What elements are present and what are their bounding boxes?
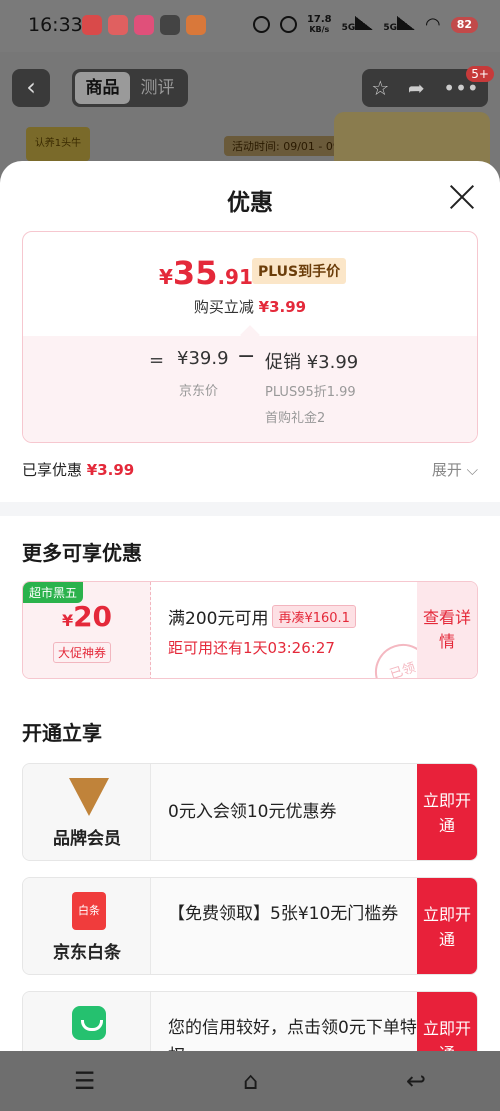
tab-review[interactable]: 测评 — [130, 72, 185, 104]
final-price: ¥35.91 — [159, 254, 253, 292]
shopping-bag-icon — [69, 1006, 109, 1046]
home-icon[interactable]: ⌂ — [243, 1067, 258, 1095]
price-breakdown-card: ¥35.91 PLUS到手价 购买立减 ¥3.99 = ¥39.9 京东价 − … — [22, 231, 478, 443]
app-notification-icon — [108, 15, 128, 35]
mute-bell-icon — [279, 16, 297, 33]
coupon-countdown: 距可用还有1天03:26:27 — [168, 639, 335, 657]
back-button[interactable]: ‹ — [12, 69, 50, 107]
expand-button[interactable]: 展开 ⌵ — [432, 459, 478, 480]
open-now-button[interactable]: 立即开通 — [417, 878, 477, 974]
close-icon[interactable] — [448, 183, 476, 211]
signal-bars-icon — [355, 16, 374, 30]
coupon-amount: ¥20 — [61, 600, 113, 633]
brand-member-card[interactable]: 品牌会员 0元入会领10元优惠券 立即开通 — [22, 763, 478, 861]
app-notification-icon — [160, 15, 180, 35]
coupon-name: 大促神券 — [53, 642, 112, 663]
wifi-icon: ◠ — [424, 14, 441, 35]
battery-indicator: 82 — [450, 16, 478, 33]
promo-amount: 促销 ¥3.99 — [265, 352, 359, 373]
favorite-star-icon[interactable]: ☆ — [371, 76, 389, 100]
signal-2: 5G — [383, 16, 415, 33]
price-formula: = ¥39.9 京东价 − 促销 ¥3.99 PLUS95折1.99 首购礼金2 — [23, 336, 477, 442]
system-status: 17.8 KB/s 5G 5G ◠ 82 — [252, 13, 478, 35]
status-bar: 16:33 17.8 KB/s 5G 5G ◠ 82 — [0, 0, 500, 52]
equals-sign: = — [149, 350, 165, 371]
alarm-icon — [252, 16, 270, 33]
plus-price-tag: PLUS到手价 — [252, 258, 347, 284]
share-icon[interactable]: ➦ — [408, 76, 425, 100]
baitiao-desc: 【免费领取】5张¥10无门槛券 — [168, 904, 399, 924]
minus-sign: − — [237, 344, 256, 369]
member-name: 品牌会员 — [53, 829, 121, 849]
baitiao-card[interactable]: 白条 京东白条 【免费领取】5张¥10无门槛券 立即开通 — [22, 877, 478, 975]
menu-icon[interactable]: ☰ — [74, 1067, 96, 1095]
view-details-button[interactable]: 查看详情 — [417, 582, 477, 678]
member-desc: 0元入会领10元优惠券 — [168, 802, 337, 822]
sheet-title: 优惠 — [227, 190, 273, 216]
section-divider — [0, 502, 500, 516]
app-notification-icon — [134, 15, 154, 35]
baitiao-logo-icon: 白条 — [69, 892, 109, 932]
app-notification-icon — [82, 15, 102, 35]
coupon-condition: 满200元可用 再凑¥160.1 — [168, 604, 356, 629]
member-brand-panel: 品牌会员 — [23, 764, 151, 860]
baitiao-name: 京东白条 — [53, 943, 121, 963]
open-now-button[interactable]: 立即开通 — [417, 992, 477, 1051]
open-now-button[interactable]: 立即开通 — [417, 764, 477, 860]
credit-card-offer[interactable]: 您的信用较好，点击领0元下单特权 立即开通 — [22, 991, 478, 1051]
signal-1: 5G — [342, 16, 374, 33]
jd-price-label: 京东价 — [179, 384, 219, 399]
first-purchase-gift-line: 首购礼金2 — [265, 411, 326, 426]
final-price-area: ¥35.91 PLUS到手价 购买立减 ¥3.99 — [23, 232, 477, 336]
top-tabs: 商品 测评 — [72, 69, 188, 107]
brand-logo: 认养1头牛 — [26, 127, 90, 161]
net-speed: 17.8 KB/s — [306, 13, 332, 34]
open-benefits-title: 开通立享 — [22, 721, 102, 745]
coupon-value-panel: 超市黑五 ¥20 大促神券 — [23, 582, 151, 678]
more-discounts-title: 更多可享优惠 — [22, 541, 142, 565]
system-nav-bar: ☰ ⌂ ↩ — [0, 1051, 500, 1111]
tab-product[interactable]: 商品 — [75, 72, 130, 104]
status-time: 16:33 — [28, 14, 83, 36]
credit-desc: 您的信用较好，点击领0元下单特权 — [168, 1018, 417, 1051]
credit-brand-panel — [23, 992, 151, 1051]
baitiao-brand-panel: 白条 京东白条 — [23, 878, 151, 974]
buy-reduce-line: 购买立减 ¥3.99 — [193, 298, 307, 316]
plus-discount-line: PLUS95折1.99 — [265, 385, 356, 400]
signal-bars-icon — [396, 16, 415, 30]
enjoyed-discount: 已享优惠 ¥3.99 — [22, 461, 135, 479]
notification-icons — [82, 15, 206, 35]
more-needed-tag: 再凑¥160.1 — [272, 605, 356, 628]
jd-price: ¥39.9 — [177, 348, 229, 369]
discount-sheet: 优惠 ¥35.91 PLUS到手价 购买立减 ¥3.99 = ¥39.9 京东价… — [0, 161, 500, 1051]
coupon-card[interactable]: 超市黑五 ¥20 大促神券 满200元可用 再凑¥160.1 距可用还有1天03:… — [22, 581, 478, 679]
coupon-info: 满200元可用 再凑¥160.1 距可用还有1天03:26:27 — [168, 604, 356, 658]
message-badge: 5+ — [466, 66, 494, 82]
brand-v-logo-icon — [69, 778, 109, 818]
app-notification-icon — [186, 15, 206, 35]
back-icon[interactable]: ↩ — [406, 1067, 426, 1095]
